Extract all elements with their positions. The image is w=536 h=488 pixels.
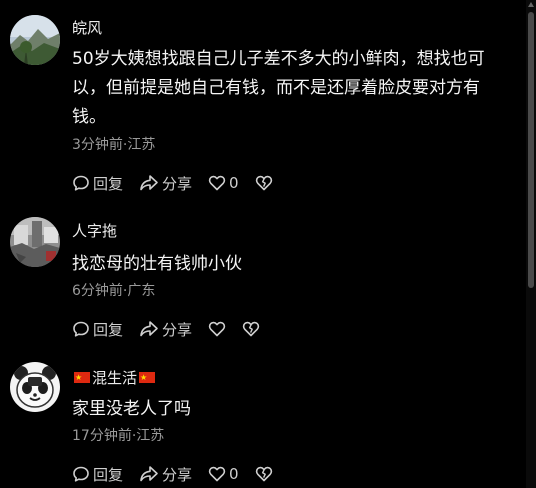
comment-meta: 6分钟前·广东 bbox=[72, 283, 156, 299]
comment-item: 皖风 50岁大姨想找跟自己儿子差不多大的小鲜肉，想找也可以，但前提是她自己有钱，… bbox=[0, 0, 526, 200]
comment-meta: 3分钟前·江苏 bbox=[72, 137, 156, 153]
broken-heart-icon bbox=[255, 175, 272, 191]
reply-icon bbox=[73, 175, 89, 191]
broken-heart-icon bbox=[242, 321, 260, 337]
comment-text: 家里没老人了吗 bbox=[72, 399, 191, 419]
comment-actions: 回复 分享 0 bbox=[72, 172, 289, 194]
comment-item: 混生活 家里没老人了吗 17分钟前·江苏 回复 分享 0 bbox=[0, 350, 526, 488]
dislike-button[interactable] bbox=[242, 320, 260, 338]
avatar[interactable] bbox=[10, 362, 60, 412]
comment-text: 50岁大姨想找跟自己儿子差不多大的小鲜肉，想找也可以，但前提是她自己有钱，而不是… bbox=[72, 49, 485, 127]
reply-label: 回复 bbox=[93, 174, 124, 193]
username[interactable]: 混生活 bbox=[72, 368, 157, 388]
heart-icon bbox=[208, 466, 226, 482]
avatar[interactable] bbox=[10, 217, 60, 267]
like-button[interactable] bbox=[208, 320, 226, 338]
share-icon bbox=[140, 466, 158, 482]
reply-icon bbox=[73, 321, 89, 337]
like-button[interactable]: 0 bbox=[208, 465, 239, 483]
username[interactable]: 皖风 bbox=[72, 18, 102, 38]
comment-actions: 回复 分享 bbox=[72, 318, 276, 340]
share-icon bbox=[140, 321, 158, 337]
like-count: 0 bbox=[229, 465, 239, 483]
dislike-button[interactable] bbox=[255, 174, 273, 192]
like-button[interactable]: 0 bbox=[208, 174, 239, 192]
comment-meta: 17分钟前·江苏 bbox=[72, 428, 165, 444]
reply-label: 回复 bbox=[93, 465, 124, 484]
share-button[interactable]: 分享 bbox=[139, 464, 192, 485]
share-label: 分享 bbox=[162, 320, 193, 339]
username-text: 混生活 bbox=[92, 369, 138, 387]
heart-icon bbox=[208, 321, 226, 337]
share-button[interactable]: 分享 bbox=[139, 173, 192, 194]
heart-icon bbox=[208, 175, 226, 191]
like-count: 0 bbox=[229, 174, 239, 192]
landscape-avatar-icon bbox=[10, 15, 60, 65]
broken-heart-icon bbox=[255, 466, 272, 482]
scrollbar[interactable] bbox=[526, 0, 536, 488]
dislike-button[interactable] bbox=[255, 465, 273, 483]
reply-button[interactable]: 回复 bbox=[72, 173, 123, 194]
reply-button[interactable]: 回复 bbox=[72, 464, 123, 485]
panda-meme-avatar-icon bbox=[10, 362, 60, 412]
avatar[interactable] bbox=[10, 15, 60, 65]
username[interactable]: 人字拖 bbox=[72, 221, 117, 241]
china-flag-icon bbox=[139, 368, 156, 388]
reply-button[interactable]: 回复 bbox=[72, 319, 123, 340]
comment-text: 找恋母的壮有钱帅小伙 bbox=[72, 254, 242, 274]
share-label: 分享 bbox=[162, 174, 193, 193]
reply-label: 回复 bbox=[93, 320, 124, 339]
scrollbar-thumb[interactable] bbox=[528, 12, 534, 288]
scroll-up-arrow-icon[interactable] bbox=[528, 2, 534, 7]
share-label: 分享 bbox=[162, 465, 193, 484]
share-button[interactable]: 分享 bbox=[139, 319, 192, 340]
share-icon bbox=[140, 175, 158, 191]
ruins-avatar-icon bbox=[10, 217, 60, 267]
comment-item: 人字拖 找恋母的壮有钱帅小伙 6分钟前·广东 回复 分享 bbox=[0, 205, 526, 345]
china-flag-icon bbox=[74, 368, 90, 388]
comment-actions: 回复 分享 0 bbox=[72, 463, 289, 485]
reply-icon bbox=[73, 466, 89, 482]
